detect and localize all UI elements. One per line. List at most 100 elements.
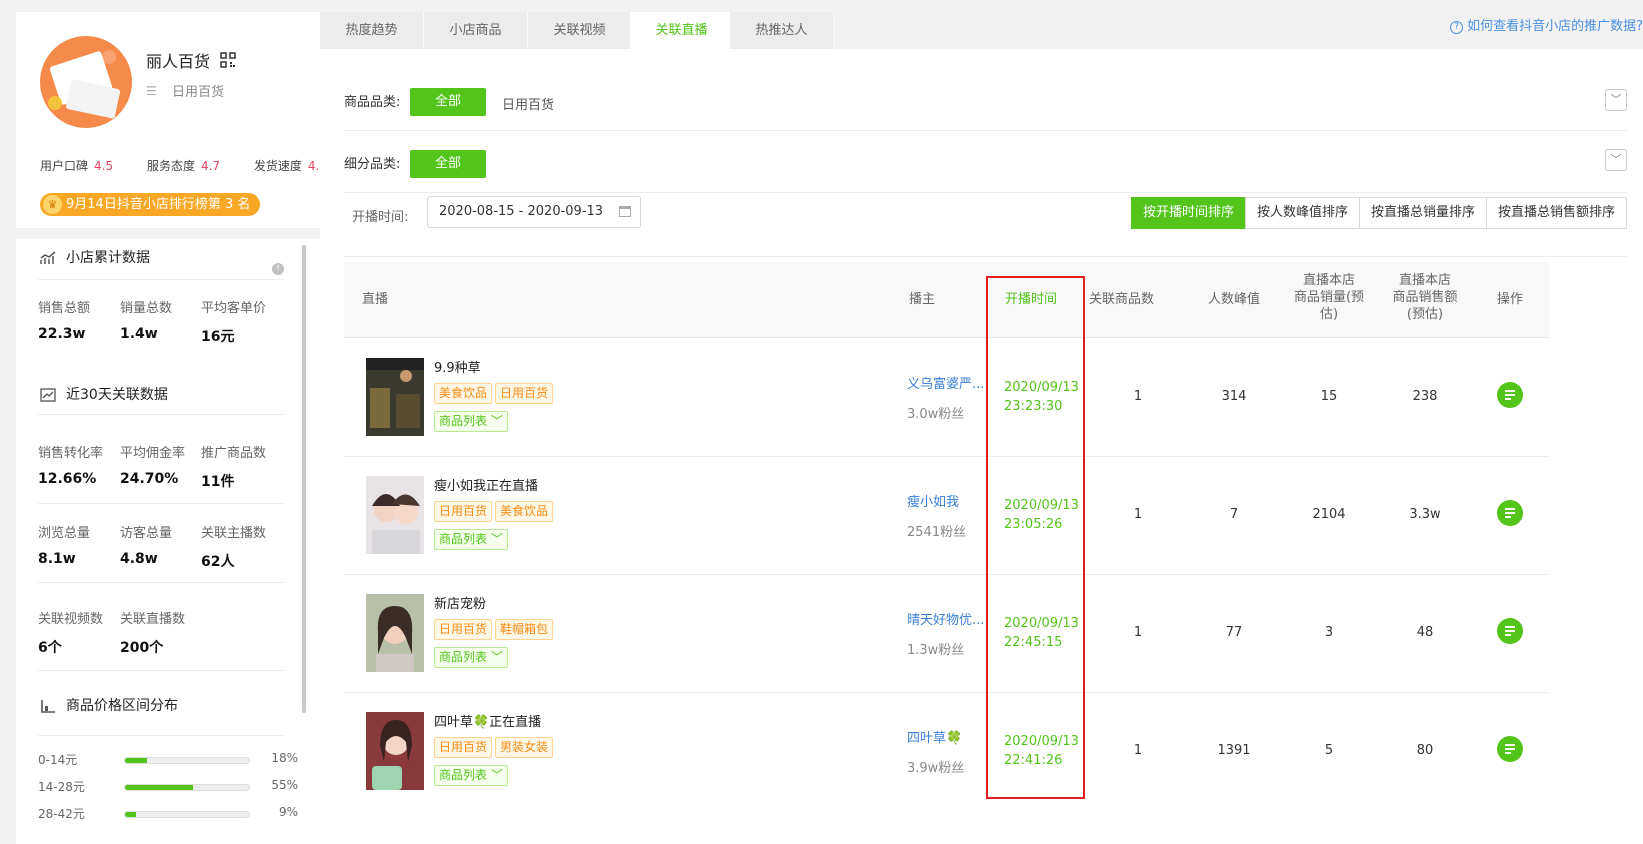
column-goods-count: 关联商品数 (1089, 292, 1155, 307)
live-cover[interactable] (366, 594, 424, 672)
anchor-fans: 3.0w粉丝 (907, 407, 965, 422)
recent30-title: 近30天关联数据 (40, 384, 168, 404)
price-range-fill (125, 812, 137, 817)
stat-lives: 关联直播数 200个 (120, 608, 210, 657)
details-icon[interactable] (1497, 618, 1523, 644)
live-cover[interactable] (366, 712, 424, 790)
stat-label: 关联直播数 (120, 612, 186, 627)
sort-button-group: 按开播时间排序 按人数峰值排序 按直播总销量排序 按直播总销售额排序 (1130, 197, 1627, 229)
stat-label: 销售转化率 (38, 446, 104, 461)
help-link[interactable]: ? 如何查看抖音小店的推广数据? (1450, 15, 1643, 37)
anchor-link[interactable]: 义乌富婆严... (907, 373, 987, 392)
rank-badge[interactable]: ♛ 9月14日抖音小店排行榜第 3 名 (40, 193, 261, 216)
column-amount-line: 直播本店 (1398, 273, 1451, 288)
est-sales: 2104 (1312, 507, 1346, 522)
price-range-fill (125, 758, 148, 763)
anchor-fans: 3.9w粉丝 (907, 761, 965, 776)
live-title[interactable]: 9.9种草 (434, 357, 481, 376)
goods-list-label: 商品列表 (439, 532, 488, 546)
cumulative-title-text: 小店累计数据 (66, 250, 150, 266)
live-title[interactable]: 新店宠粉 (434, 593, 486, 612)
divider (38, 735, 284, 736)
tab-shop-goods[interactable]: 小店商品 (424, 12, 528, 49)
live-cover[interactable] (366, 358, 424, 436)
details-icon[interactable] (1497, 500, 1523, 526)
stat-conversion: 销售转化率 12.66% (38, 442, 128, 487)
anchor-link[interactable]: 晴天好物优... (907, 609, 987, 628)
column-live: 直播 (362, 292, 389, 307)
goods-list-label: 商品列表 (439, 414, 488, 428)
category-all-button[interactable]: 全部 (410, 88, 486, 116)
sidebar-scrollbar[interactable] (302, 245, 306, 713)
est-amount: 80 (1416, 743, 1434, 758)
category-option[interactable]: 日用百货 (502, 94, 554, 113)
stat-label: 访客总量 (120, 526, 173, 541)
stat-value: 6个 (38, 640, 62, 656)
peak-viewers: 1391 (1217, 743, 1251, 758)
goods-list-toggle[interactable]: 商品列表 ﹀ (434, 647, 508, 668)
column-amount: 直播本店 商品销售额 (预估) (1385, 272, 1465, 323)
info-icon[interactable]: ! (272, 263, 284, 275)
anchor-link[interactable]: 四叶草🍀 (907, 727, 987, 746)
stat-label: 平均客单价 (201, 301, 267, 316)
divider (38, 279, 284, 280)
date-range-value: 2020-08-15 - 2020-09-13 (439, 204, 604, 219)
stat-label: 关联视频数 (38, 612, 104, 627)
price-range-bar (124, 757, 250, 764)
stat-anchors: 关联主播数 62人 (201, 522, 291, 571)
tab-hot-promoters[interactable]: 热推达人 (730, 12, 834, 49)
peak-viewers: 7 (1229, 507, 1239, 522)
category-tag: 日用百货 (495, 383, 554, 404)
chevron-down-icon[interactable]: ﹀ (1605, 89, 1627, 111)
shop-sidebar: 丽人百货 ☰ 日用百货 用户口碑 4.5 服务态度 4.7 发货速度 4.7 ♛ 9月… (16, 12, 327, 844)
price-range-row: 28-42元 9% (38, 805, 298, 823)
price-range-fill (125, 785, 194, 790)
subcategory-all-button[interactable]: 全部 (410, 150, 486, 178)
column-sales-line: 估) (1319, 307, 1339, 322)
sort-by-start-time-button[interactable]: 按开播时间排序 (1130, 197, 1246, 229)
shop-card: 丽人百货 ☰ 日用百货 用户口碑 4.5 服务态度 4.7 发货速度 4.7 ♛ 9月… (16, 12, 327, 228)
stat-visitors: 访客总量 4.8w (120, 522, 210, 567)
score-label: 发货速度 (253, 159, 302, 173)
category-tag: 日用百货 (434, 737, 493, 758)
chevron-down-icon[interactable]: ﹀ (1605, 149, 1627, 171)
tab-related-videos[interactable]: 关联视频 (528, 12, 632, 49)
stat-value: 24.70% (120, 471, 179, 487)
score-value: 4.7 (200, 159, 221, 173)
live-cover[interactable] (366, 476, 424, 554)
column-amount-line: (预估) (1406, 307, 1444, 322)
date-range-input[interactable]: 2020-08-15 - 2020-09-13 (427, 196, 641, 228)
live-title[interactable]: 四叶草🍀正在直播 (434, 711, 541, 730)
category-tag: 美食饮品 (434, 383, 493, 404)
details-icon[interactable] (1497, 382, 1523, 408)
price-dist-title: 商品价格区间分布 (40, 695, 178, 715)
price-range-percent: 18% (271, 751, 298, 765)
goods-list-toggle[interactable]: 商品列表 ﹀ (434, 765, 508, 786)
column-amount-line: 商品销售额 (1392, 290, 1458, 305)
goods-count: 1 (1133, 743, 1143, 758)
goods-list-toggle[interactable]: 商品列表 ﹀ (434, 529, 508, 550)
details-icon[interactable] (1497, 736, 1523, 762)
category-tag: 鞋帽箱包 (495, 619, 554, 640)
goods-list-toggle[interactable]: 商品列表 ﹀ (434, 411, 508, 432)
tab-related-lives[interactable]: 关联直播 (630, 12, 734, 49)
price-range-bar (124, 811, 250, 818)
est-sales: 3 (1324, 625, 1334, 640)
live-title[interactable]: 瘦小如我正在直播 (434, 475, 538, 494)
category-filter-label: 商品品类: (344, 95, 401, 110)
anchor-link[interactable]: 瘦小如我 (907, 491, 987, 510)
qr-code-icon[interactable] (220, 52, 236, 68)
est-sales: 5 (1324, 743, 1334, 758)
stat-label: 销售总额 (38, 301, 91, 316)
stat-value: 22.3w (38, 326, 86, 342)
sort-by-sales-button[interactable]: 按直播总销量排序 (1358, 197, 1487, 229)
table-row: 新店宠粉 日用百货 鞋帽箱包 商品列表 ﹀ 晴天好物优... 1.3w粉丝 20… (344, 575, 1549, 693)
sort-by-peak-button[interactable]: 按人数峰值排序 (1244, 197, 1360, 229)
stat-views: 浏览总量 8.1w (38, 522, 128, 567)
category-tag: 美食饮品 (495, 501, 554, 522)
anchor-fans: 1.3w粉丝 (907, 643, 965, 658)
stat-value: 16元 (201, 329, 235, 345)
tab-heat-trend[interactable]: 热度趋势 (320, 12, 424, 49)
stat-total-volume: 销量总数 1.4w (120, 297, 210, 342)
sort-by-amount-button[interactable]: 按直播总销售额排序 (1485, 197, 1627, 229)
